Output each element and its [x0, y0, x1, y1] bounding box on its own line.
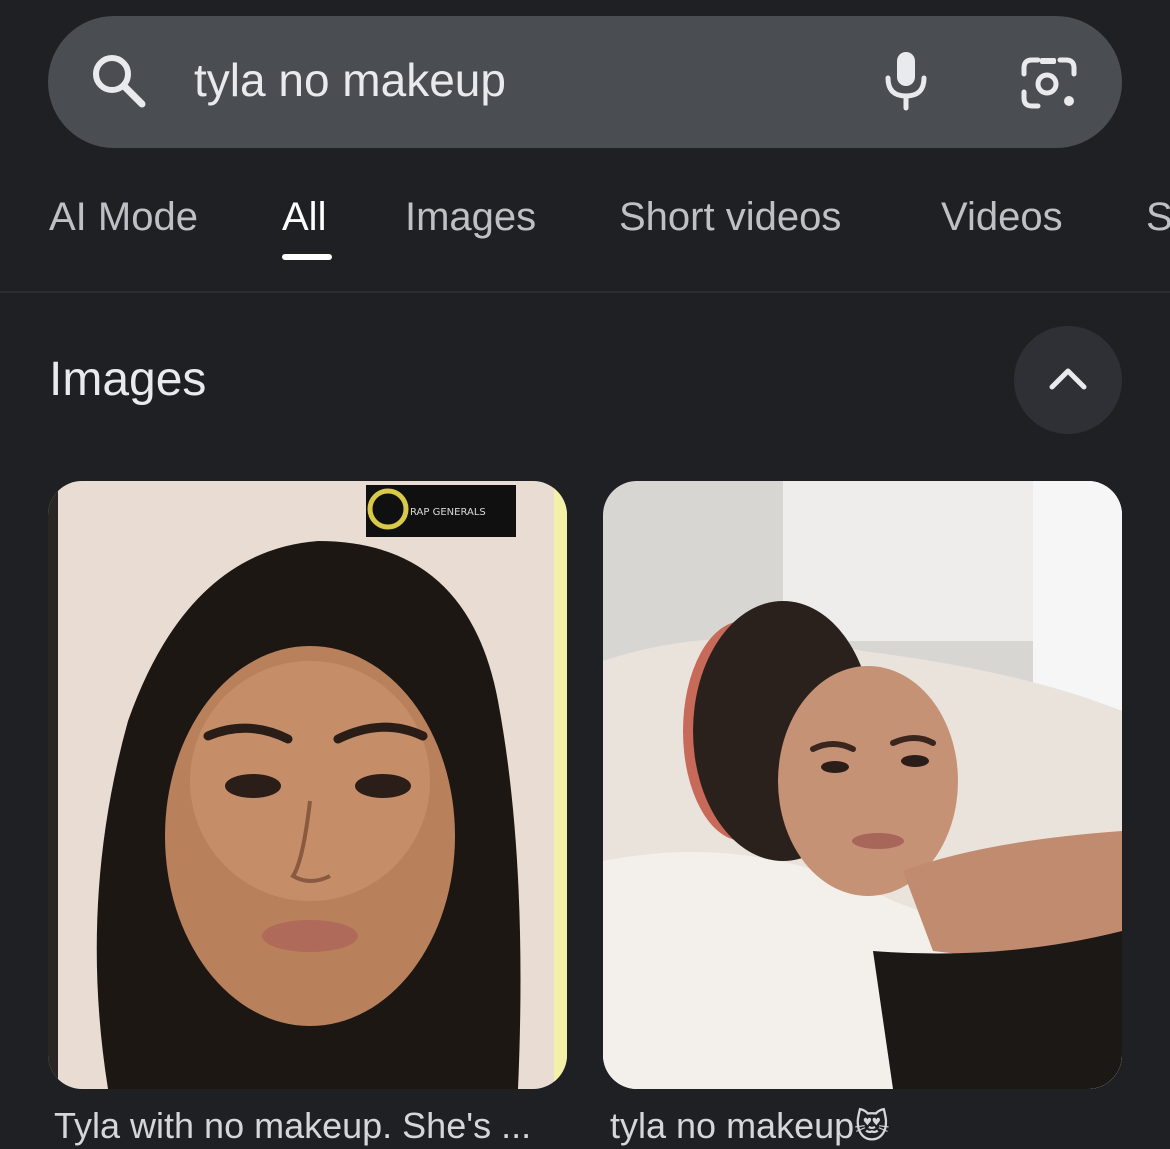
heart-eyes-cat-emoji: 😻 — [854, 1108, 890, 1146]
image-result-1-photo: RAP GENERALS — [48, 481, 567, 1089]
watermark-text: RAP GENERALS — [410, 507, 486, 518]
active-tab-indicator — [282, 254, 332, 260]
camera-lens-icon[interactable] — [1020, 56, 1078, 115]
image-result-2-caption[interactable]: tyla no makeup😻 — [610, 1104, 890, 1149]
tabs-divider — [0, 291, 1170, 293]
search-results-page: tyla no makeup AI Mode All Images Short … — [0, 0, 1170, 1149]
caption-text: tyla no makeup — [610, 1105, 855, 1146]
images-section-title: Images — [49, 353, 207, 406]
tab-all[interactable]: All — [282, 192, 326, 242]
tab-videos[interactable]: Videos — [941, 192, 1063, 242]
search-tabs: AI Mode All Images Short videos Videos S — [0, 182, 1170, 272]
image-result-1-caption[interactable]: Tyla with no makeup. She's ... — [54, 1104, 531, 1148]
image-result-2-photo — [603, 481, 1122, 1089]
image-result-2[interactable] — [603, 481, 1122, 1089]
image-result-1[interactable]: RAP GENERALS — [48, 481, 567, 1089]
search-icon[interactable] — [88, 50, 148, 115]
chevron-up-icon — [1048, 365, 1088, 396]
tab-shopping-partial[interactable]: S — [1146, 192, 1170, 242]
tab-short-videos[interactable]: Short videos — [619, 192, 841, 242]
microphone-icon[interactable] — [882, 50, 930, 117]
tab-ai-mode[interactable]: AI Mode — [49, 192, 198, 242]
tab-images[interactable]: Images — [405, 192, 536, 242]
search-input[interactable]: tyla no makeup — [194, 52, 506, 108]
collapse-images-button[interactable] — [1014, 326, 1122, 434]
